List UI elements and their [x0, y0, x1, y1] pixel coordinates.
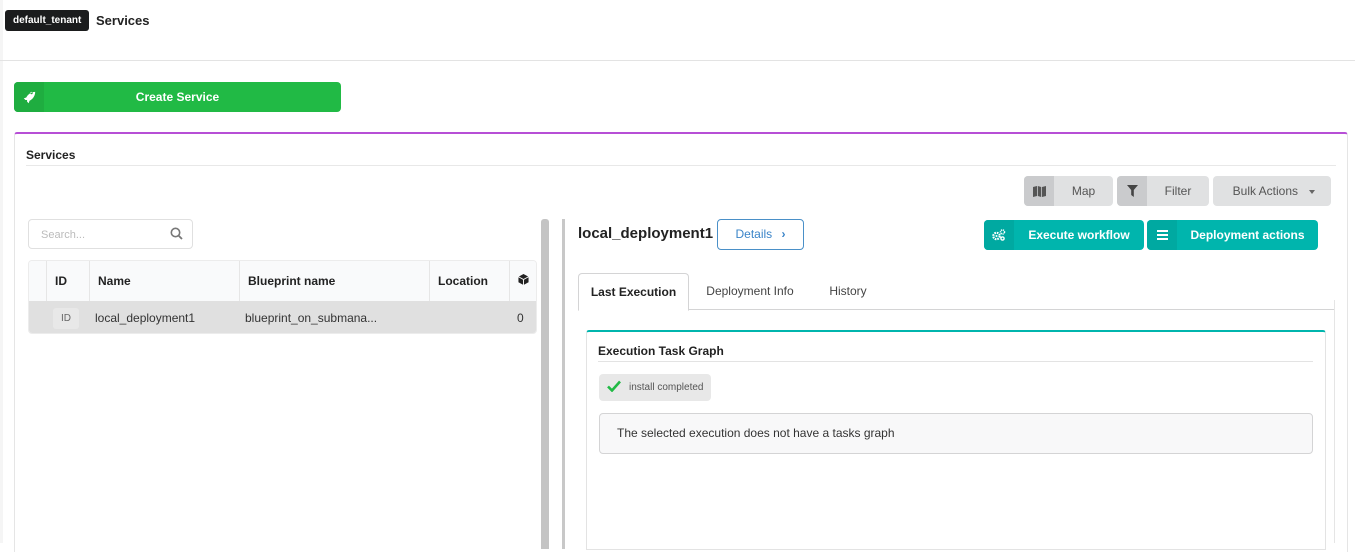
detail-tabs: Last Execution Deployment Info History [578, 273, 1335, 311]
row-count-cell: 0 [517, 311, 524, 325]
cube-icon [518, 274, 529, 288]
execute-workflow-label: Execute workflow [1028, 228, 1130, 242]
create-service-label: Create Service [135, 90, 220, 104]
search-input[interactable] [39, 227, 159, 243]
deployment-actions-label: Deployment actions [1190, 228, 1305, 242]
map-icon [1024, 176, 1054, 206]
task-graph-title: Execution Task Graph [598, 344, 1313, 362]
execute-workflow-button[interactable]: Execute workflow [984, 220, 1144, 250]
deployment-actions-button[interactable]: Deployment actions [1147, 220, 1318, 250]
panel-resize-handle[interactable] [541, 219, 549, 549]
column-header-location[interactable]: Location [429, 261, 509, 301]
column-header-blueprint[interactable]: Blueprint name [239, 261, 429, 301]
id-chip[interactable]: ID [53, 307, 79, 329]
page-header: default_tenant Services [0, 0, 1355, 61]
row-id-cell: ID [51, 301, 89, 333]
dropdown-caret-icon [1309, 189, 1316, 194]
execution-status-badge: install completed [599, 374, 712, 401]
panel-divider [562, 219, 565, 549]
filter-icon [1117, 176, 1147, 206]
chevron-right-icon: › [781, 227, 786, 241]
row-blueprint-cell: blueprint_on_submana... [245, 311, 378, 325]
row-name-cell: local_deployment1 [95, 311, 196, 325]
table-header: ID Name Blueprint name Location [29, 261, 536, 301]
map-button[interactable]: Map [1024, 176, 1113, 206]
column-header-name[interactable]: Name [89, 261, 239, 301]
rocket-icon [14, 82, 44, 112]
execution-status-text: install completed [629, 382, 704, 393]
deployment-title: local_deployment1 [578, 225, 714, 242]
bulk-actions-label: Bulk Actions [1232, 184, 1299, 198]
column-header-instances[interactable] [509, 261, 536, 301]
details-label: Details [735, 227, 773, 241]
tab-last-execution[interactable]: Last Execution [578, 273, 689, 311]
details-button[interactable]: Details › [717, 219, 804, 250]
widget-title: Services [26, 148, 1336, 166]
menu-icon [1147, 220, 1177, 250]
search-icon [170, 227, 183, 243]
map-label: Map [1071, 184, 1096, 198]
no-task-graph-message: The selected execution does not have a t… [599, 413, 1313, 454]
create-service-button[interactable]: Create Service [14, 82, 341, 112]
row-location-cell [429, 301, 509, 333]
widget-right-border [1334, 300, 1335, 543]
tab-history[interactable]: History [818, 273, 878, 310]
tab-deployment-info[interactable]: Deployment Info [695, 273, 805, 310]
filter-label: Filter [1164, 184, 1192, 198]
check-icon [607, 380, 621, 395]
execution-task-graph: Execution Task Graph install completed T… [586, 330, 1326, 550]
left-edge [0, 0, 3, 543]
search-field[interactable] [28, 219, 193, 249]
filter-button[interactable]: Filter [1117, 176, 1209, 206]
bulk-actions-dropdown[interactable]: Bulk Actions [1213, 176, 1331, 206]
page-title: Services [96, 13, 150, 28]
tenant-badge[interactable]: default_tenant [5, 10, 90, 31]
services-table: ID Name Blueprint name Location ID local… [28, 260, 537, 334]
column-header-id[interactable]: ID [46, 261, 89, 301]
cogs-icon [984, 220, 1014, 250]
table-row[interactable]: ID local_deployment1 blueprint_on_subman… [29, 301, 536, 333]
